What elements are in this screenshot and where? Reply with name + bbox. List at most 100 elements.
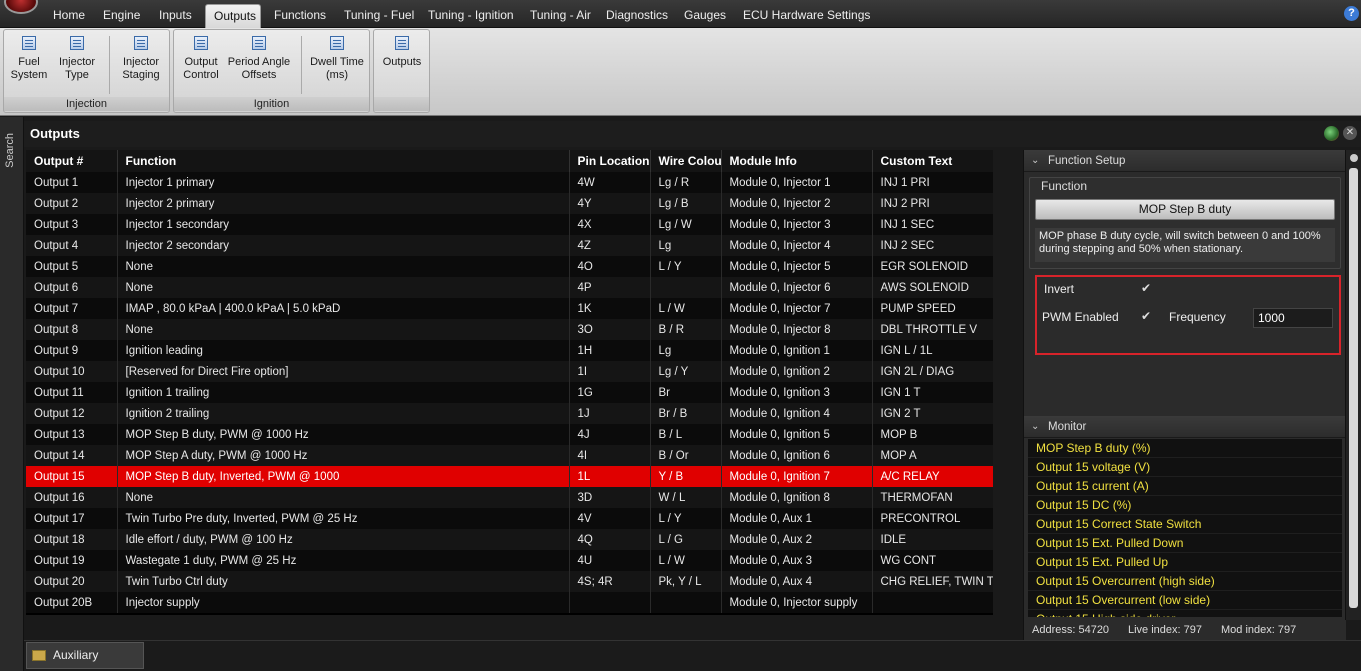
col-output-number-cell[interactable]: Output 10 — [26, 361, 118, 382]
col-custom-text-cell[interactable]: DBL THROTTLE V — [872, 319, 994, 340]
col-output-number-cell[interactable]: Output 20B — [26, 592, 118, 613]
col-pin-location-cell[interactable]: 1J — [569, 403, 651, 424]
col-wire-colour-cell[interactable]: Lg / R — [650, 172, 722, 193]
col-output-number-cell[interactable]: Output 13 — [26, 424, 118, 445]
fuel-system-button[interactable]: Fuel System — [8, 36, 50, 82]
function-select-button[interactable]: MOP Step B duty — [1035, 199, 1335, 220]
col-output-number-cell[interactable]: Output 7 — [26, 298, 118, 319]
col-function-cell[interactable]: [Reserved for Direct Fire option] — [117, 361, 570, 382]
col-pin-location-cell[interactable]: 4P — [569, 277, 651, 298]
col-custom-text-cell[interactable]: EGR SOLENOID — [872, 256, 994, 277]
table-row[interactable]: Output 20B Injector supply Module 0, Injec… — [26, 592, 994, 613]
table-row[interactable]: Output 8 None 3O B / R Module 0, Injector 8D… — [26, 319, 994, 340]
col-custom-text-cell[interactable]: CHG RELIEF, TWIN TURB — [872, 571, 994, 592]
col-module-info-cell[interactable]: Module 0, Ignition 4 — [721, 403, 873, 424]
scroll-thumb[interactable] — [1349, 168, 1358, 608]
app-logo-icon[interactable] — [4, 0, 38, 14]
col-pin-location-cell[interactable]: 4J — [569, 424, 651, 445]
scroll-up-icon[interactable] — [1350, 154, 1358, 162]
col-pin-location-cell[interactable] — [569, 592, 651, 613]
col-pin-location-cell[interactable]: 4W — [569, 172, 651, 193]
table-row[interactable]: Output 20 Twin Turbo Ctrl duty 4S; 4R Pk, Y… — [26, 571, 994, 592]
col-module-info-cell[interactable]: Module 0, Ignition 1 — [721, 340, 873, 361]
period-angle-offsets-button[interactable]: Period Angle Offsets — [226, 36, 292, 82]
col-function-cell[interactable]: Twin Turbo Pre duty, Inverted, PWM @ 25 … — [117, 508, 570, 529]
col-output-number-cell[interactable]: Output 9 — [26, 340, 118, 361]
col-module-info-cell[interactable]: Module 0, Injector 6 — [721, 277, 873, 298]
table-row[interactable]: Output 17 Twin Turbo Pre duty, Inverted, … — [26, 508, 994, 529]
table-row[interactable]: Output 10 [Reserved for Direct Fire optio… — [26, 361, 994, 382]
tab-functions[interactable]: Functions — [266, 4, 334, 28]
col-output-number-cell[interactable]: Output 20 — [26, 571, 118, 592]
col-output-number-cell[interactable]: Output 15 — [26, 466, 118, 487]
col-custom-text-cell[interactable]: INJ 1 SEC — [872, 214, 994, 235]
monitor-item[interactable]: Output 15 Overcurrent (low side) — [1028, 591, 1342, 610]
col-function-header[interactable]: Function — [117, 150, 570, 172]
col-wire-colour-cell[interactable]: Lg / B — [650, 193, 722, 214]
col-module-info-header[interactable]: Module Info — [721, 150, 873, 172]
col-custom-text-cell[interactable]: IGN 1 T — [872, 382, 994, 403]
col-module-info-cell[interactable]: Module 0, Injector 1 — [721, 172, 873, 193]
close-icon[interactable]: ✕ — [1343, 126, 1357, 140]
col-function-cell[interactable]: Twin Turbo Ctrl duty — [117, 571, 570, 592]
col-custom-text-cell[interactable]: IGN 2 T — [872, 403, 994, 424]
col-wire-colour-cell[interactable]: L / Y — [650, 508, 722, 529]
right-panel-scrollbar[interactable] — [1345, 150, 1361, 620]
table-row[interactable]: Output 2 Injector 2 primary 4Y Lg / B Module… — [26, 193, 994, 214]
table-row[interactable]: Output 1 Injector 1 primary 4W Lg / R Module… — [26, 172, 994, 193]
col-module-info-cell[interactable]: Module 0, Ignition 8 — [721, 487, 873, 508]
monitor-item[interactable]: Output 15 High side driver — [1028, 610, 1342, 617]
col-pin-location-cell[interactable]: 4Y — [569, 193, 651, 214]
col-custom-text-cell[interactable]: A/C RELAY — [872, 466, 994, 487]
col-pin-location-cell[interactable]: 4O — [569, 256, 651, 277]
col-module-info-cell[interactable]: Module 0, Aux 4 — [721, 571, 873, 592]
col-custom-text-cell[interactable]: IGN L / 1L — [872, 340, 994, 361]
invert-checkbox[interactable]: ✔ — [1141, 281, 1151, 295]
col-wire-colour-cell[interactable]: Lg — [650, 235, 722, 256]
col-module-info-cell[interactable]: Module 0, Injector supply — [721, 592, 873, 613]
col-output-number-cell[interactable]: Output 18 — [26, 529, 118, 550]
col-custom-text-cell[interactable]: MOP A — [872, 445, 994, 466]
col-output-number-cell[interactable]: Output 14 — [26, 445, 118, 466]
monitor-header[interactable]: ⌄ Monitor — [1024, 416, 1346, 438]
table-row[interactable]: Output 12 Ignition 2 trailing 1J Br / B Modu… — [26, 403, 994, 424]
col-wire-colour-cell[interactable]: L / Y — [650, 256, 722, 277]
function-setup-header[interactable]: ⌄ Function Setup — [1024, 150, 1346, 172]
monitor-item[interactable]: Output 15 DC (%) — [1028, 496, 1342, 515]
col-wire-colour-cell[interactable]: Y / B — [650, 466, 722, 487]
col-function-cell[interactable]: Injector 1 primary — [117, 172, 570, 193]
tab-inputs[interactable]: Inputs — [151, 4, 200, 28]
monitor-item[interactable]: Output 15 Correct State Switch — [1028, 515, 1342, 534]
injector-type-button[interactable]: Injector Type — [54, 36, 100, 82]
col-function-cell[interactable]: Ignition leading — [117, 340, 570, 361]
col-output-number-cell[interactable]: Output 2 — [26, 193, 118, 214]
col-custom-text-cell[interactable]: MOP B — [872, 424, 994, 445]
tab-auxiliary-outputs[interactable]: Auxiliary Outputs — [26, 642, 144, 669]
col-output-number-cell[interactable]: Output 12 — [26, 403, 118, 424]
col-function-cell[interactable]: Injector 1 secondary — [117, 214, 570, 235]
col-function-cell[interactable]: Injector 2 primary — [117, 193, 570, 214]
col-module-info-cell[interactable]: Module 0, Aux 3 — [721, 550, 873, 571]
col-wire-colour-cell[interactable]: Lg / W — [650, 214, 722, 235]
monitor-item[interactable]: Output 15 Overcurrent (high side) — [1028, 572, 1342, 591]
tab-engine[interactable]: Engine — [95, 4, 148, 28]
monitor-item[interactable]: Output 15 voltage (V) — [1028, 458, 1342, 477]
col-custom-text-cell[interactable]: THERMOFAN — [872, 487, 994, 508]
col-module-info-cell[interactable]: Module 0, Ignition 6 — [721, 445, 873, 466]
table-row[interactable]: Output 4 Injector 2 secondary 4Z Lg Module 0… — [26, 235, 994, 256]
col-output-number-cell[interactable]: Output 16 — [26, 487, 118, 508]
table-row[interactable]: Output 7 IMAP , 80.0 kPaA | 400.0 kPaA | … — [26, 298, 994, 319]
col-wire-colour-header[interactable]: Wire Colour — [650, 150, 722, 172]
col-pin-location-cell[interactable]: 4U — [569, 550, 651, 571]
col-pin-location-cell[interactable]: 3D — [569, 487, 651, 508]
col-custom-text-cell[interactable]: AWS SOLENOID — [872, 277, 994, 298]
pwm-enabled-checkbox[interactable]: ✔ — [1141, 309, 1151, 323]
tab-ecu-hardware-settings[interactable]: ECU Hardware Settings — [735, 4, 878, 28]
col-wire-colour-cell[interactable]: Br / B — [650, 403, 722, 424]
injector-staging-button[interactable]: Injector Staging — [117, 36, 165, 82]
col-custom-text-cell[interactable]: INJ 2 PRI — [872, 193, 994, 214]
col-module-info-cell[interactable]: Module 0, Aux 1 — [721, 508, 873, 529]
col-wire-colour-cell[interactable]: B / L — [650, 424, 722, 445]
col-wire-colour-cell[interactable]: B / Or — [650, 445, 722, 466]
tab-tuning-air[interactable]: Tuning - Air — [522, 4, 599, 28]
